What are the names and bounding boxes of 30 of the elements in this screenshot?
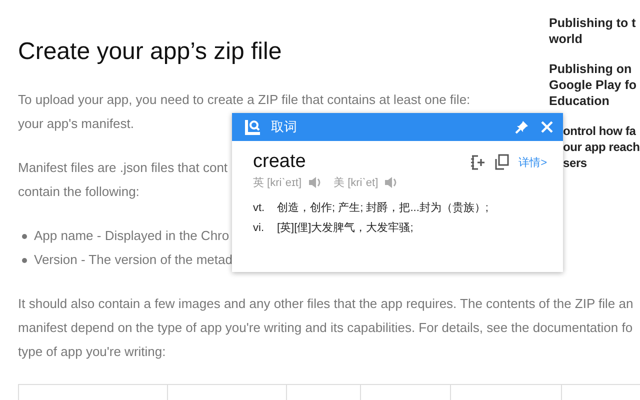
paragraph-line: It should also contain a few images and any other files that the app requires. The contents of the ZIP file an <box>18 295 634 313</box>
paragraph-line: type of app you're writing: <box>18 343 166 361</box>
speaker-icon[interactable] <box>384 176 398 189</box>
phonetic-label: 英 [kriˋeɪt] <box>253 176 302 190</box>
magnifier-icon <box>244 118 261 136</box>
part-of-speech: vt. <box>253 201 266 216</box>
popup-title: 取词 <box>271 118 297 136</box>
paragraph-line: To upload your app, you need to create a ZIP file that contains at least one file: <box>18 91 470 109</box>
paragraph-line: your app's manifest. <box>18 115 134 133</box>
list-item: App name - Displayed in the Chro <box>34 227 230 245</box>
headword: create <box>253 151 306 173</box>
copy-icon[interactable] <box>494 154 509 170</box>
list-item: Version - The version of the metad <box>34 251 232 269</box>
close-icon[interactable] <box>541 121 553 133</box>
bullet-icon <box>22 234 27 238</box>
paragraph-line: contain the following: <box>18 183 140 201</box>
sidebar-link[interactable]: Publishing to t world <box>549 15 640 47</box>
details-link[interactable]: 详情> <box>518 154 547 170</box>
phonetic-label: 美 [kriˋet] <box>334 176 378 190</box>
add-word-icon[interactable] <box>470 154 486 170</box>
definition-text: 创造，创作; 产生; 封爵，把...封为（贵族）; <box>277 200 488 216</box>
bullet-icon <box>22 258 27 262</box>
paragraph-line: Manifest files are .json files that cont <box>18 159 228 177</box>
sidebar-link[interactable]: Publishing on Google Play fo Education <box>549 61 640 109</box>
paragraph-line: manifest depend on the type of app you're writing and its capabilities. For details, see the documentation fo <box>18 319 633 337</box>
definition-text: [英][俚]大发脾气，大发牢骚; <box>277 220 414 236</box>
page-heading: Create your app’s zip file <box>18 37 282 67</box>
part-of-speech: vi. <box>253 221 265 236</box>
pin-icon[interactable] <box>515 120 529 134</box>
speaker-icon[interactable] <box>308 176 322 189</box>
